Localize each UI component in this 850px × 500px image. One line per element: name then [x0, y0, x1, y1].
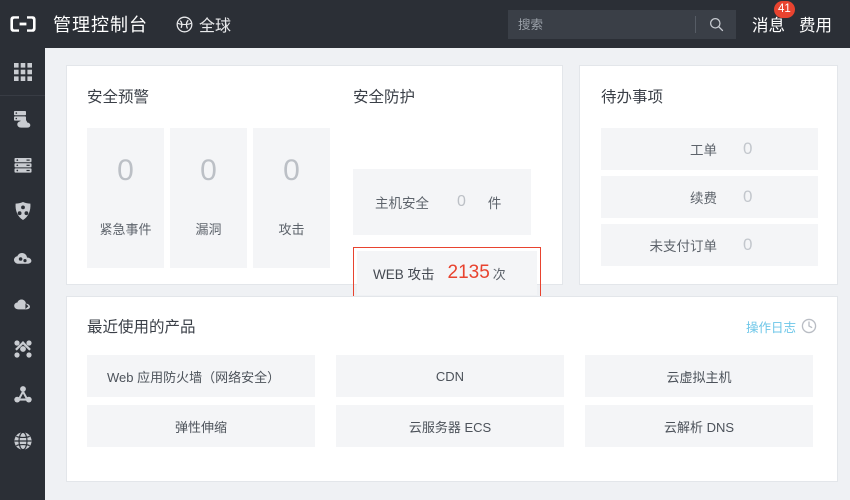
shield-network-icon — [15, 202, 30, 220]
globe-icon — [13, 431, 32, 451]
cloud-nodes-icon — [13, 252, 31, 264]
logo-button[interactable] — [0, 0, 45, 48]
host-security-label: 主机安全 — [375, 196, 429, 211]
host-security-row[interactable]: 主机安全 0 件 — [353, 169, 531, 235]
network-cross-icon — [13, 340, 32, 358]
top-header: 管理控制台 全球 消息 41 — [0, 0, 850, 48]
stat-label: 漏洞 — [195, 222, 222, 237]
search-button[interactable] — [696, 10, 736, 39]
globe-icon — [176, 16, 193, 32]
host-security-unit: 件 — [487, 196, 502, 211]
web-attack-highlight: WEB 攻击 2135 次 — [353, 247, 541, 299]
sidebar-item-elastic-compute[interactable] — [0, 96, 45, 142]
recent-products-header: 最近使用的产品 操作日志 — [67, 297, 837, 337]
search-icon — [709, 18, 723, 32]
web-attack-value: 2135 — [447, 262, 490, 283]
nodes-cluster-icon — [13, 386, 32, 403]
console-dashboard: 管理控制台 全球 消息 41 — [0, 0, 850, 500]
todo-title: 待办事项 — [601, 89, 664, 106]
todo-label: 工单 — [690, 143, 717, 158]
stat-box[interactable]: 0 紧急事件 — [87, 128, 164, 268]
grid-apps-icon — [13, 62, 32, 81]
cloud-storage-icon — [13, 299, 30, 310]
messages-label: 消息 — [752, 17, 785, 35]
todo-value: 0 — [743, 139, 753, 158]
todo-row[interactable]: 工单 0 — [601, 128, 818, 170]
left-sidebar — [0, 48, 45, 500]
host-security-value: 0 — [457, 193, 466, 210]
stat-value: 0 — [117, 154, 134, 187]
region-label: 全球 — [199, 18, 232, 35]
todo-row[interactable]: 未支付订单 0 — [601, 224, 818, 266]
security-alert-stats: 0 紧急事件 0 漏洞 0 攻击 — [87, 128, 330, 268]
stat-box[interactable]: 0 漏洞 — [170, 128, 247, 268]
billing-label: 费用 — [799, 17, 832, 35]
sidebar-item-storage[interactable] — [0, 280, 45, 326]
web-attack-row[interactable]: WEB 攻击 2135 次 — [357, 251, 537, 295]
sidebar-item-database[interactable] — [0, 142, 45, 188]
operation-log-label: 操作日志 — [745, 320, 796, 335]
stat-value: 0 — [283, 154, 300, 187]
header-right-actions: 消息 41 费用 — [752, 0, 832, 48]
sidebar-item-cluster[interactable] — [0, 372, 45, 418]
todo-label: 续费 — [690, 191, 717, 206]
todo-label: 未支付订单 — [649, 239, 718, 254]
database-stack-icon — [14, 158, 31, 173]
stat-label: 攻击 — [278, 222, 305, 237]
messages-menu[interactable]: 消息 41 — [752, 1, 795, 36]
search-box[interactable] — [508, 10, 736, 39]
todo-value: 0 — [743, 187, 753, 206]
main-content: 安全预警 0 紧急事件 0 漏洞 0 攻击 安全防护 主机安全 0 件 WEB … — [45, 48, 850, 500]
todo-row[interactable]: 续费 0 — [601, 176, 818, 218]
sidebar-item-all-products[interactable] — [0, 48, 45, 96]
product-tile[interactable]: 弹性伸缩 — [87, 405, 315, 447]
todo-list: 工单 0 续费 0 未支付订单 0 — [601, 128, 818, 266]
top-cards-row: 安全预警 0 紧急事件 0 漏洞 0 攻击 安全防护 主机安全 0 件 WEB … — [66, 65, 838, 299]
cloud-logo-icon — [9, 16, 36, 32]
stat-value: 0 — [200, 154, 217, 187]
product-tile[interactable]: 云虚拟主机 — [585, 355, 813, 397]
billing-menu[interactable]: 费用 — [799, 12, 832, 36]
stat-box[interactable]: 0 攻击 — [253, 128, 330, 268]
region-selector[interactable]: 全球 — [176, 12, 231, 36]
sidebar-item-domain[interactable] — [0, 418, 45, 464]
search-input[interactable] — [508, 10, 695, 39]
server-cloud-icon — [13, 111, 30, 128]
todo-value: 0 — [743, 235, 753, 254]
product-tile[interactable]: 云解析 DNS — [585, 405, 813, 447]
web-attack-label: WEB 攻击 — [373, 267, 435, 282]
messages-badge: 41 — [774, 1, 795, 18]
product-tile[interactable]: Web 应用防火墙（网络安全） — [87, 355, 315, 397]
product-tile[interactable]: 云服务器 ECS — [336, 405, 564, 447]
todo-card: 待办事项 工单 0 续费 0 未支付订单 0 — [579, 65, 838, 285]
operation-log-link[interactable]: 操作日志 — [746, 317, 817, 336]
stat-label: 紧急事件 — [99, 222, 152, 237]
security-card: 安全预警 0 紧急事件 0 漏洞 0 攻击 安全防护 主机安全 0 件 WEB … — [66, 65, 563, 299]
web-attack-unit: 次 — [492, 266, 506, 282]
product-tiles-grid: Web 应用防火墙（网络安全） CDN 云虚拟主机 弹性伸缩 云服务器 ECS … — [87, 355, 813, 447]
recent-products-card: 最近使用的产品 操作日志 Web 应用防火墙（网络安全） CDN 云虚拟主机 弹… — [66, 296, 838, 482]
security-protection-section: 安全防护 主机安全 0 件 WEB 攻击 2135 次 — [353, 66, 553, 299]
sidebar-item-security[interactable] — [0, 188, 45, 234]
recent-products-title: 最近使用的产品 — [87, 319, 196, 336]
product-tile[interactable]: CDN — [336, 355, 564, 397]
security-protection-title: 安全防护 — [353, 89, 416, 106]
sidebar-item-network[interactable] — [0, 326, 45, 372]
console-title: 管理控制台 — [53, 15, 148, 35]
clock-icon — [801, 318, 817, 334]
sidebar-item-cloud-service[interactable] — [0, 234, 45, 280]
